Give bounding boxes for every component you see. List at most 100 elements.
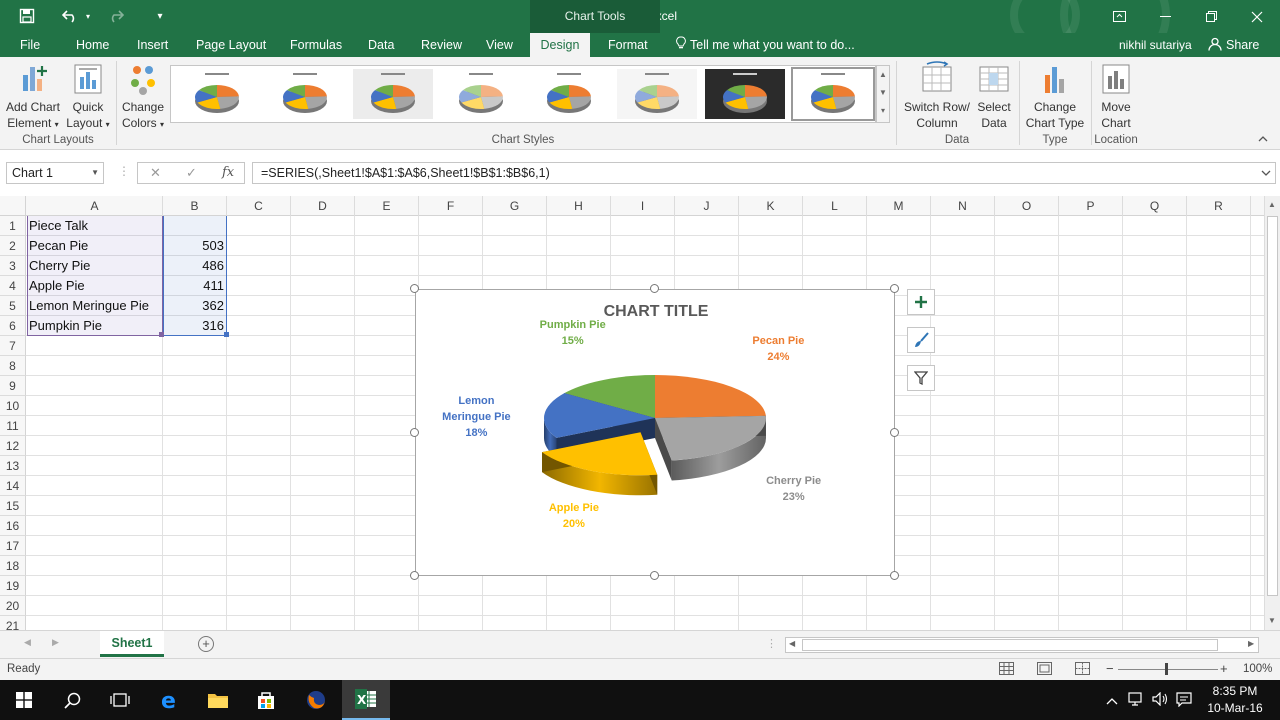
horizontal-scrollbar[interactable]: ◀ ▶ (785, 637, 1259, 653)
row-header-7[interactable]: 7 (0, 336, 26, 356)
data-label-apple-pie[interactable]: Apple Pie 20% (514, 500, 634, 532)
chart-resize-handle[interactable] (650, 571, 659, 580)
row-header-21[interactable]: 21 (0, 616, 26, 630)
pie-chart[interactable]: CHART TITLE Pecan Pie 24% Cherry Pie 23% App… (415, 289, 895, 576)
chart-style-1[interactable] (177, 69, 257, 119)
cell-b4[interactable]: 411 (163, 276, 227, 296)
share-button[interactable]: Share (1208, 33, 1259, 59)
row-header-19[interactable]: 19 (0, 576, 26, 596)
scroll-thumb[interactable] (802, 639, 1218, 651)
insert-function-icon[interactable]: fx (222, 165, 234, 180)
chart-filters-button[interactable] (907, 365, 935, 391)
cell-b2[interactable]: 503 (163, 236, 227, 256)
zoom-in-icon[interactable]: + (1220, 661, 1228, 676)
cell-a6[interactable]: Pumpkin Pie (27, 316, 163, 336)
column-header-d[interactable]: D (291, 196, 355, 216)
tab-page-layout[interactable]: Page Layout (188, 33, 274, 57)
row-header-6[interactable]: 6 (0, 316, 26, 336)
chart-style-4[interactable] (441, 69, 521, 119)
tab-data[interactable]: Data (360, 33, 402, 57)
zoom-slider-thumb[interactable] (1165, 663, 1168, 675)
zoom-slider-track[interactable] (1118, 669, 1218, 670)
user-name[interactable]: nikhil sutariya (1119, 33, 1192, 57)
chart-resize-handle[interactable] (410, 571, 419, 580)
scroll-thumb[interactable] (1267, 216, 1278, 596)
column-header-m[interactable]: M (867, 196, 931, 216)
volume-icon[interactable] (1152, 691, 1170, 709)
gallery-scroll[interactable]: ▲ ▼ ▾ (876, 65, 890, 123)
cell-b3[interactable]: 486 (163, 256, 227, 276)
page-layout-view-icon[interactable] (1037, 662, 1052, 678)
collapse-ribbon-icon[interactable] (1258, 133, 1268, 145)
scroll-up-icon[interactable]: ▲ (877, 66, 889, 84)
row-header-12[interactable]: 12 (0, 436, 26, 456)
row-header-13[interactable]: 13 (0, 456, 26, 476)
row-header-3[interactable]: 3 (0, 256, 26, 276)
undo-dropdown-icon[interactable]: ▾ (82, 6, 94, 26)
minimize-icon[interactable] (1142, 0, 1188, 33)
scroll-left-icon[interactable]: ◀ (789, 639, 795, 648)
network-icon[interactable] (1128, 692, 1146, 709)
prev-sheet-icon[interactable]: ◀ (24, 637, 31, 648)
close-icon[interactable] (1234, 0, 1280, 33)
task-view-icon[interactable] (96, 680, 144, 720)
windows-start-icon[interactable] (0, 680, 48, 720)
search-icon[interactable] (48, 680, 96, 720)
row-header-20[interactable]: 20 (0, 596, 26, 616)
column-header-k[interactable]: K (739, 196, 803, 216)
tab-review[interactable]: Review (413, 33, 470, 57)
file-explorer-icon[interactable] (194, 680, 242, 720)
select-data-button[interactable]: Select Data (974, 61, 1014, 131)
excel-taskbar-icon[interactable]: X (342, 680, 390, 720)
edge-browser-icon[interactable]: e (146, 680, 194, 720)
save-icon[interactable] (14, 6, 40, 26)
column-header-j[interactable]: J (675, 196, 739, 216)
column-header-r[interactable]: R (1187, 196, 1251, 216)
row-header-18[interactable]: 18 (0, 556, 26, 576)
row-header-15[interactable]: 15 (0, 496, 26, 516)
scroll-right-icon[interactable]: ▶ (1248, 639, 1254, 648)
tab-formulas[interactable]: Formulas (282, 33, 350, 57)
data-label-cherry-pie[interactable]: Cherry Pie 23% (734, 473, 854, 505)
column-header-c[interactable]: C (227, 196, 291, 216)
column-header-f[interactable]: F (419, 196, 483, 216)
column-header-n[interactable]: N (931, 196, 995, 216)
chart-elements-button[interactable] (907, 289, 935, 315)
system-clock[interactable]: 8:35 PM 10-Mar-16 (1200, 683, 1270, 717)
zoom-out-icon[interactable]: − (1106, 661, 1114, 676)
chart-style-3[interactable] (353, 69, 433, 119)
enter-icon[interactable]: ✓ (186, 165, 197, 181)
zoom-level[interactable]: 100% (1243, 663, 1272, 675)
cell-a2[interactable]: Pecan Pie (27, 236, 163, 256)
cell-a3[interactable]: Cherry Pie (27, 256, 163, 276)
chart-resize-handle[interactable] (410, 427, 419, 437)
cell-b6[interactable]: 316 (163, 316, 227, 336)
tab-splitter-icon[interactable]: ⋮ (766, 637, 777, 650)
scroll-up-icon[interactable]: ▲ (1268, 200, 1276, 209)
column-header-e[interactable]: E (355, 196, 419, 216)
data-label-lemon-meringue-pie[interactable]: Lemon Meringue Pie 18% (416, 393, 536, 441)
change-chart-type-button[interactable]: Change Chart Type (1022, 61, 1088, 131)
row-header-1[interactable]: 1 (0, 216, 26, 236)
switch-row-column-button[interactable]: Switch Row/ Column (900, 61, 974, 131)
change-colors-button[interactable]: Change Colors ▾ (118, 61, 168, 133)
notifications-icon[interactable] (1176, 692, 1192, 710)
add-chart-element-button[interactable]: Add Chart Element ▾ (4, 61, 62, 133)
normal-view-icon[interactable] (999, 662, 1014, 678)
name-box[interactable]: Chart 1 ▼ (6, 162, 104, 184)
row-header-17[interactable]: 17 (0, 536, 26, 556)
page-break-view-icon[interactable] (1075, 662, 1090, 678)
column-header-i[interactable]: I (611, 196, 675, 216)
tab-insert[interactable]: Insert (129, 33, 176, 57)
formula-input[interactable]: =SERIES(,Sheet1!$A$1:$A$6,Sheet1!$B$1:$B… (252, 162, 1276, 184)
store-icon[interactable] (242, 680, 290, 720)
chart-resize-handle[interactable] (890, 284, 899, 293)
chart-style-2[interactable] (265, 69, 345, 119)
chart-resize-handle[interactable] (410, 284, 419, 293)
cancel-icon[interactable]: ✕ (150, 165, 161, 181)
chart-style-7[interactable] (705, 69, 785, 119)
pie-slice-cherry-pie[interactable] (655, 415, 766, 481)
row-header-10[interactable]: 10 (0, 396, 26, 416)
redo-icon[interactable] (104, 6, 128, 26)
tab-file[interactable]: File (12, 33, 48, 57)
